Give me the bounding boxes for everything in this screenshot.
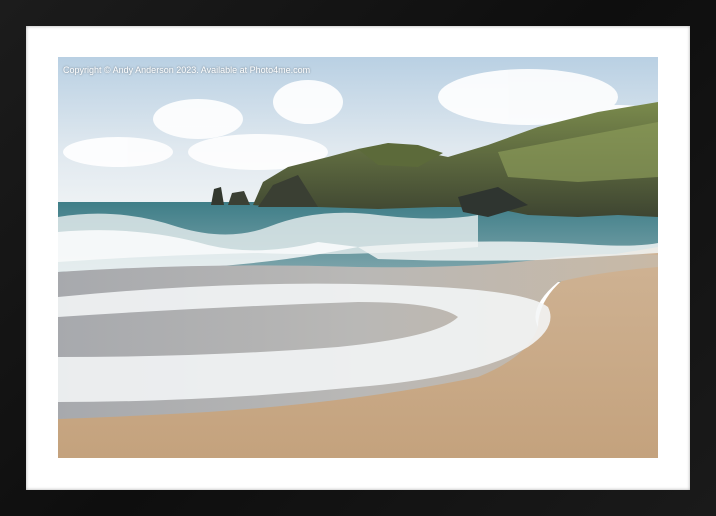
- photo-scene: [58, 57, 658, 458]
- beach-photograph: Copyright © Andy Anderson 2023. Availabl…: [58, 57, 658, 458]
- copyright-watermark: Copyright © Andy Anderson 2023. Availabl…: [63, 65, 311, 75]
